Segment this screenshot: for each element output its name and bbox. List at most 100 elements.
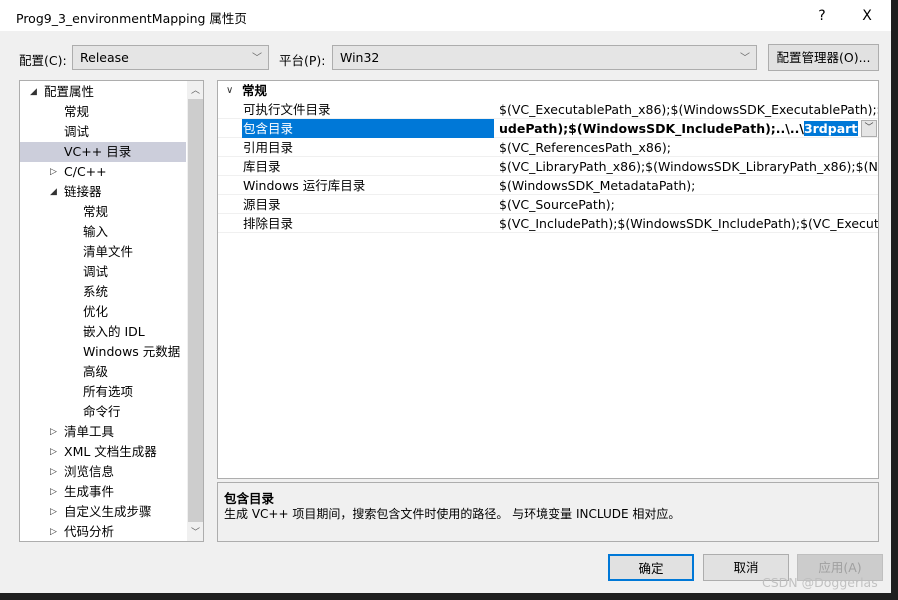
tree-item[interactable]: ▷ 自定义生成步骤 [20,502,186,522]
property-row[interactable]: Windows 运行库目录 $(WindowsSDK_MetadataPath); [218,176,878,195]
tree-scrollbar[interactable]: ︿ ﹀ [187,81,203,541]
chevron-down-icon: ﹀ [252,53,262,64]
property-value: $(VC_ExecutablePath_x86);$(WindowsSDK_Ex… [499,102,878,117]
property-grid: ∨ 常规 可执行文件目录 $(VC_ExecutablePath_x86);$(W… [217,80,879,479]
tree-item[interactable]: 常规 [20,102,186,122]
tree-item[interactable]: ◢ 配置属性 [20,82,186,102]
property-value: $(VC_IncludePath);$(WindowsSDK_IncludePa… [499,216,878,231]
property-name: 排除目录 [243,216,294,231]
property-value-input[interactable]: udePath);$(WindowsSDK_IncludePath);..\..… [498,119,858,138]
tree-item-label: 清单文件 [83,244,134,259]
tree-item-label: XML 文档生成器 [64,444,157,459]
tree-item[interactable]: ◢ 链接器 [20,182,186,202]
property-value: $(VC_SourcePath); [499,197,615,212]
tree-item[interactable]: ▷ 清单工具 [20,422,186,442]
tree-item[interactable]: ▷ C/C++ [20,162,186,182]
property-name: 源目录 [243,197,281,212]
description-panel: 包含目录 生成 VC++ 项目期间，搜索包含文件时使用的路径。 与环境变量 IN… [217,482,879,542]
tree-item-label: 浏览信息 [64,464,115,479]
tree-item[interactable]: 优化 [20,302,186,322]
tree-item[interactable]: 调试 [20,122,186,142]
tree-item[interactable]: ▷ 浏览信息 [20,462,186,482]
settings-tree: ◢ 配置属性 常规 调试 VC++ 目录 ▷ C/C++ ◢ 链接器 常规 输入 清单文件 调试 系统 优化… [19,80,204,542]
tree-item-label: 系统 [83,284,109,299]
config-manager-button[interactable]: 配置管理器(O)... [768,44,879,71]
property-value: $(VC_LibraryPath_x86);$(WindowsSDK_Libra… [499,159,878,174]
platform-dropdown[interactable]: Win32 ﹀ [332,45,757,70]
expand-arrow-icon[interactable]: ▷ [50,482,57,502]
expand-arrow-icon[interactable]: ▷ [50,502,57,522]
config-label: 配置(C): [19,53,67,68]
tree-item[interactable]: 清单文件 [20,242,186,262]
tree-item-label: 常规 [64,104,90,119]
property-name: Windows 运行库目录 [243,178,366,193]
window-title: Prog9_3_environmentMapping 属性页 [16,11,247,26]
tree-item-label: VC++ 目录 [64,144,132,159]
tree-item-label: 调试 [83,264,109,279]
expand-arrow-icon[interactable]: ▷ [50,442,57,462]
chevron-down-icon: ﹀ [740,53,750,64]
scroll-down-icon[interactable]: ﹀ [187,525,203,538]
tree-item-label: 清单工具 [64,424,115,439]
tree-item[interactable]: 常规 [20,202,186,222]
tree-item[interactable]: ▷ 生成事件 [20,482,186,502]
property-row[interactable]: 库目录 $(VC_LibraryPath_x86);$(WindowsSDK_Li… [218,157,878,176]
category-header[interactable]: ∨ 常规 [218,81,878,100]
chevron-down-icon[interactable]: ﹀ [861,120,877,137]
ok-button[interactable]: 确定 [608,554,694,581]
tree-item[interactable]: 所有选项 [20,382,186,402]
config-value: Release [80,50,129,65]
value-text: udePath);$(WindowsSDK_IncludePath);..\..… [499,121,804,136]
tree-item-label: C/C++ [64,164,107,179]
tree-item-label: 调试 [64,124,90,139]
tree-item-label: 优化 [83,304,109,319]
property-name: 可执行文件目录 [243,102,331,117]
help-button[interactable]: ? [802,4,842,28]
property-row[interactable]: 源目录 $(VC_SourcePath); [218,195,878,214]
tree-item-label: Windows 元数据 [83,344,181,359]
property-value: $(WindowsSDK_MetadataPath); [499,178,696,193]
tree-item-label: 所有选项 [83,384,134,399]
tree-item[interactable]: 高级 [20,362,186,382]
tree-item-label: 常规 [83,204,109,219]
expand-arrow-icon[interactable]: ▷ [50,522,57,541]
collapse-arrow-icon[interactable]: ◢ [30,82,37,102]
tree-item[interactable]: VC++ 目录 [20,142,186,162]
tree-item-label: 输入 [83,224,109,239]
scroll-thumb[interactable] [188,99,203,522]
tree-item[interactable]: ▷ XML 文档生成器 [20,442,186,462]
property-value: $(VC_ReferencesPath_x86); [499,140,671,155]
expand-arrow-icon[interactable]: ▷ [50,462,57,482]
tree-item[interactable]: 系统 [20,282,186,302]
tree-item[interactable]: 嵌入的 IDL [20,322,186,342]
tree-item-label: 代码分析 [64,524,115,539]
tree-item-label: 配置属性 [44,84,95,99]
expand-arrow-icon[interactable]: ▷ [50,162,57,182]
property-row[interactable]: 排除目录 $(VC_IncludePath);$(WindowsSDK_Inclu… [218,214,878,233]
collapse-icon[interactable]: ∨ [226,81,233,100]
property-row[interactable]: 包含目录 udePath);$(WindowsSDK_IncludePath);.… [218,119,878,138]
scroll-up-icon[interactable]: ︿ [187,83,203,96]
tree-item[interactable]: 命令行 [20,402,186,422]
platform-label: 平台(P): [279,53,326,68]
tree-item[interactable]: 调试 [20,262,186,282]
config-dropdown[interactable]: Release ﹀ [72,45,269,70]
property-row[interactable]: 引用目录 $(VC_ReferencesPath_x86); [218,138,878,157]
tree-item[interactable]: 输入 [20,222,186,242]
tree-item-label: 高级 [83,364,109,379]
tree-item-label: 嵌入的 IDL [83,324,145,339]
property-pages-dialog: Prog9_3_environmentMapping 属性页 ? X 配置(C)… [0,0,891,593]
watermark: CSDN @Doggerlas [762,575,878,590]
tree-item-label: 生成事件 [64,484,115,499]
collapse-arrow-icon[interactable]: ◢ [50,182,57,202]
tree-item-label: 链接器 [64,184,102,199]
property-name: 包含目录 [242,119,494,138]
property-row[interactable]: 可执行文件目录 $(VC_ExecutablePath_x86);$(Window… [218,100,878,119]
tree-item[interactable]: ▷ 代码分析 [20,522,186,541]
close-button[interactable]: X [847,4,887,28]
tree-item[interactable]: Windows 元数据 [20,342,186,362]
property-name: 引用目录 [243,140,294,155]
property-name: 库目录 [243,159,281,174]
platform-value: Win32 [340,50,380,65]
expand-arrow-icon[interactable]: ▷ [50,422,57,442]
